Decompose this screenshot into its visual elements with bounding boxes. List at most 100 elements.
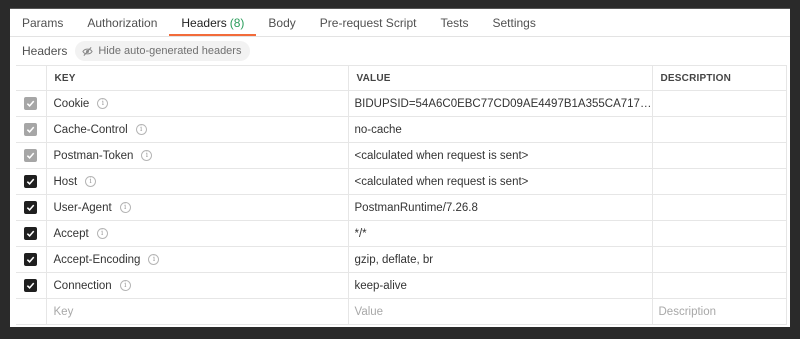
info-icon[interactable]: i [96, 228, 108, 239]
headers-count-badge: (8) [229, 16, 245, 30]
table-row: Connection i keep-alive [16, 272, 787, 299]
description-cell[interactable] [651, 194, 787, 221]
row-checkbox-cell [16, 194, 47, 221]
table-row: Host i <calculated when request is sent> [16, 168, 787, 195]
value-column-header: VALUE [347, 65, 653, 91]
value-cell[interactable]: BIDUPSID=54A6C0EBC77CD09AE4497B1A355CA71… [347, 90, 653, 117]
key-cell[interactable]: Host i [45, 168, 349, 195]
new-description-input[interactable]: Description [653, 306, 786, 318]
header-value: PostmanRuntime/7.26.8 [354, 201, 478, 214]
header-key: Connection [53, 279, 112, 292]
description-cell[interactable] [651, 142, 787, 169]
header-value: <calculated when request is sent> [354, 149, 529, 162]
headers-subbar: Headers Hide auto-generated headers [10, 37, 790, 65]
value-cell[interactable]: <calculated when request is sent> [347, 168, 653, 195]
eye-slash-icon [82, 46, 94, 56]
value-cell[interactable]: gzip, deflate, br [347, 246, 653, 273]
row-checkbox-cell [16, 116, 47, 143]
header-value: */* [354, 227, 367, 240]
new-key-input[interactable]: Key [47, 306, 348, 318]
description-cell[interactable] [651, 90, 787, 117]
key-cell[interactable]: Accept-Encoding i [45, 246, 349, 273]
table-row: Postman-Token i <calculated when request i… [16, 142, 787, 169]
headers-section-title: Headers [22, 44, 68, 58]
header-value: <calculated when request is sent> [354, 175, 529, 188]
info-icon[interactable]: i [135, 124, 147, 135]
row-checkbox[interactable] [24, 97, 38, 110]
header-key: Cache-Control [53, 123, 128, 136]
tab-label: Tests [440, 16, 469, 30]
description-cell[interactable] [651, 272, 787, 299]
header-value: BIDUPSID=54A6C0EBC77CD09AE4497B1A355CA71… [354, 97, 652, 110]
table-row: User-Agent i PostmanRuntime/7.26.8 [16, 194, 787, 221]
value-cell[interactable]: <calculated when request is sent> [347, 142, 653, 169]
tab-body[interactable]: Body [256, 10, 307, 36]
checkmark-icon [27, 100, 35, 107]
checkmark-icon [27, 256, 35, 263]
row-checkbox-cell [16, 168, 47, 195]
info-icon[interactable]: i [148, 254, 160, 265]
description-cell[interactable] [651, 220, 787, 247]
new-value-input[interactable]: Value [349, 306, 652, 318]
hide-auto-generated-headers-button[interactable]: Hide auto-generated headers [75, 41, 251, 61]
info-icon[interactable]: i [141, 150, 153, 161]
tab-label: Body [268, 16, 296, 30]
tab-tests[interactable]: Tests [428, 10, 480, 36]
description-cell[interactable] [651, 116, 787, 143]
select-column-header [16, 65, 47, 91]
tab-pre-request-script[interactable]: Pre-request Script [308, 10, 429, 36]
value-cell[interactable]: */* [347, 220, 653, 247]
info-icon[interactable]: i [119, 280, 131, 291]
key-cell[interactable]: Postman-Token i [45, 142, 349, 169]
row-checkbox[interactable] [24, 123, 38, 136]
tab-label: Settings [492, 16, 536, 30]
header-key: Postman-Token [53, 149, 134, 162]
header-key: Host [53, 175, 78, 188]
info-icon[interactable]: i [119, 202, 131, 213]
row-checkbox[interactable] [24, 201, 38, 214]
header-key: User-Agent [53, 201, 112, 214]
headers-panel: Params Authorization Headers (8) Body Pre… [10, 8, 790, 327]
description-column-header: DESCRIPTION [651, 65, 787, 91]
key-cell[interactable]: Cookie i [45, 90, 349, 117]
info-icon[interactable]: i [97, 98, 109, 109]
header-value: no-cache [354, 123, 402, 136]
info-icon[interactable]: i [85, 176, 97, 187]
key-cell[interactable]: User-Agent i [45, 194, 349, 221]
row-checkbox-cell [16, 220, 47, 247]
headers-table: KEY VALUE DESCRIPTION Cookie i BIDUPSID=54… [16, 65, 787, 325]
new-header-row: Key Value Description [16, 298, 787, 325]
row-checkbox-cell [16, 246, 47, 273]
value-cell[interactable]: keep-alive [347, 272, 653, 299]
key-cell[interactable]: Connection i [45, 272, 349, 299]
checkmark-icon [27, 282, 35, 289]
header-key: Accept [53, 227, 89, 240]
table-row: Cache-Control i no-cache [16, 116, 787, 143]
description-cell[interactable] [651, 168, 787, 195]
description-cell[interactable] [651, 246, 787, 273]
table-header-row: KEY VALUE DESCRIPTION [16, 65, 787, 91]
tab-authorization[interactable]: Authorization [75, 10, 169, 36]
row-checkbox[interactable] [24, 227, 38, 240]
row-checkbox-cell [16, 272, 47, 299]
value-cell[interactable]: PostmanRuntime/7.26.8 [347, 194, 653, 221]
key-cell[interactable]: Cache-Control i [45, 116, 349, 143]
tab-params[interactable]: Params [10, 10, 75, 36]
row-checkbox[interactable] [24, 253, 38, 266]
value-cell[interactable]: no-cache [347, 116, 653, 143]
row-checkbox-cell [16, 90, 47, 117]
key-cell[interactable]: Accept i [45, 220, 349, 247]
tab-headers[interactable]: Headers (8) [169, 10, 257, 36]
header-value: keep-alive [354, 279, 407, 292]
checkmark-icon [27, 230, 35, 237]
checkmark-icon [27, 178, 35, 185]
tab-settings[interactable]: Settings [481, 10, 548, 36]
row-checkbox-cell [16, 142, 47, 169]
tab-label: Headers [181, 16, 227, 30]
checkmark-icon [27, 126, 35, 133]
row-checkbox[interactable] [24, 279, 38, 292]
header-key: Accept-Encoding [53, 253, 141, 266]
row-checkbox[interactable] [24, 175, 38, 188]
row-checkbox[interactable] [24, 149, 38, 162]
key-column-header: KEY [45, 65, 349, 91]
